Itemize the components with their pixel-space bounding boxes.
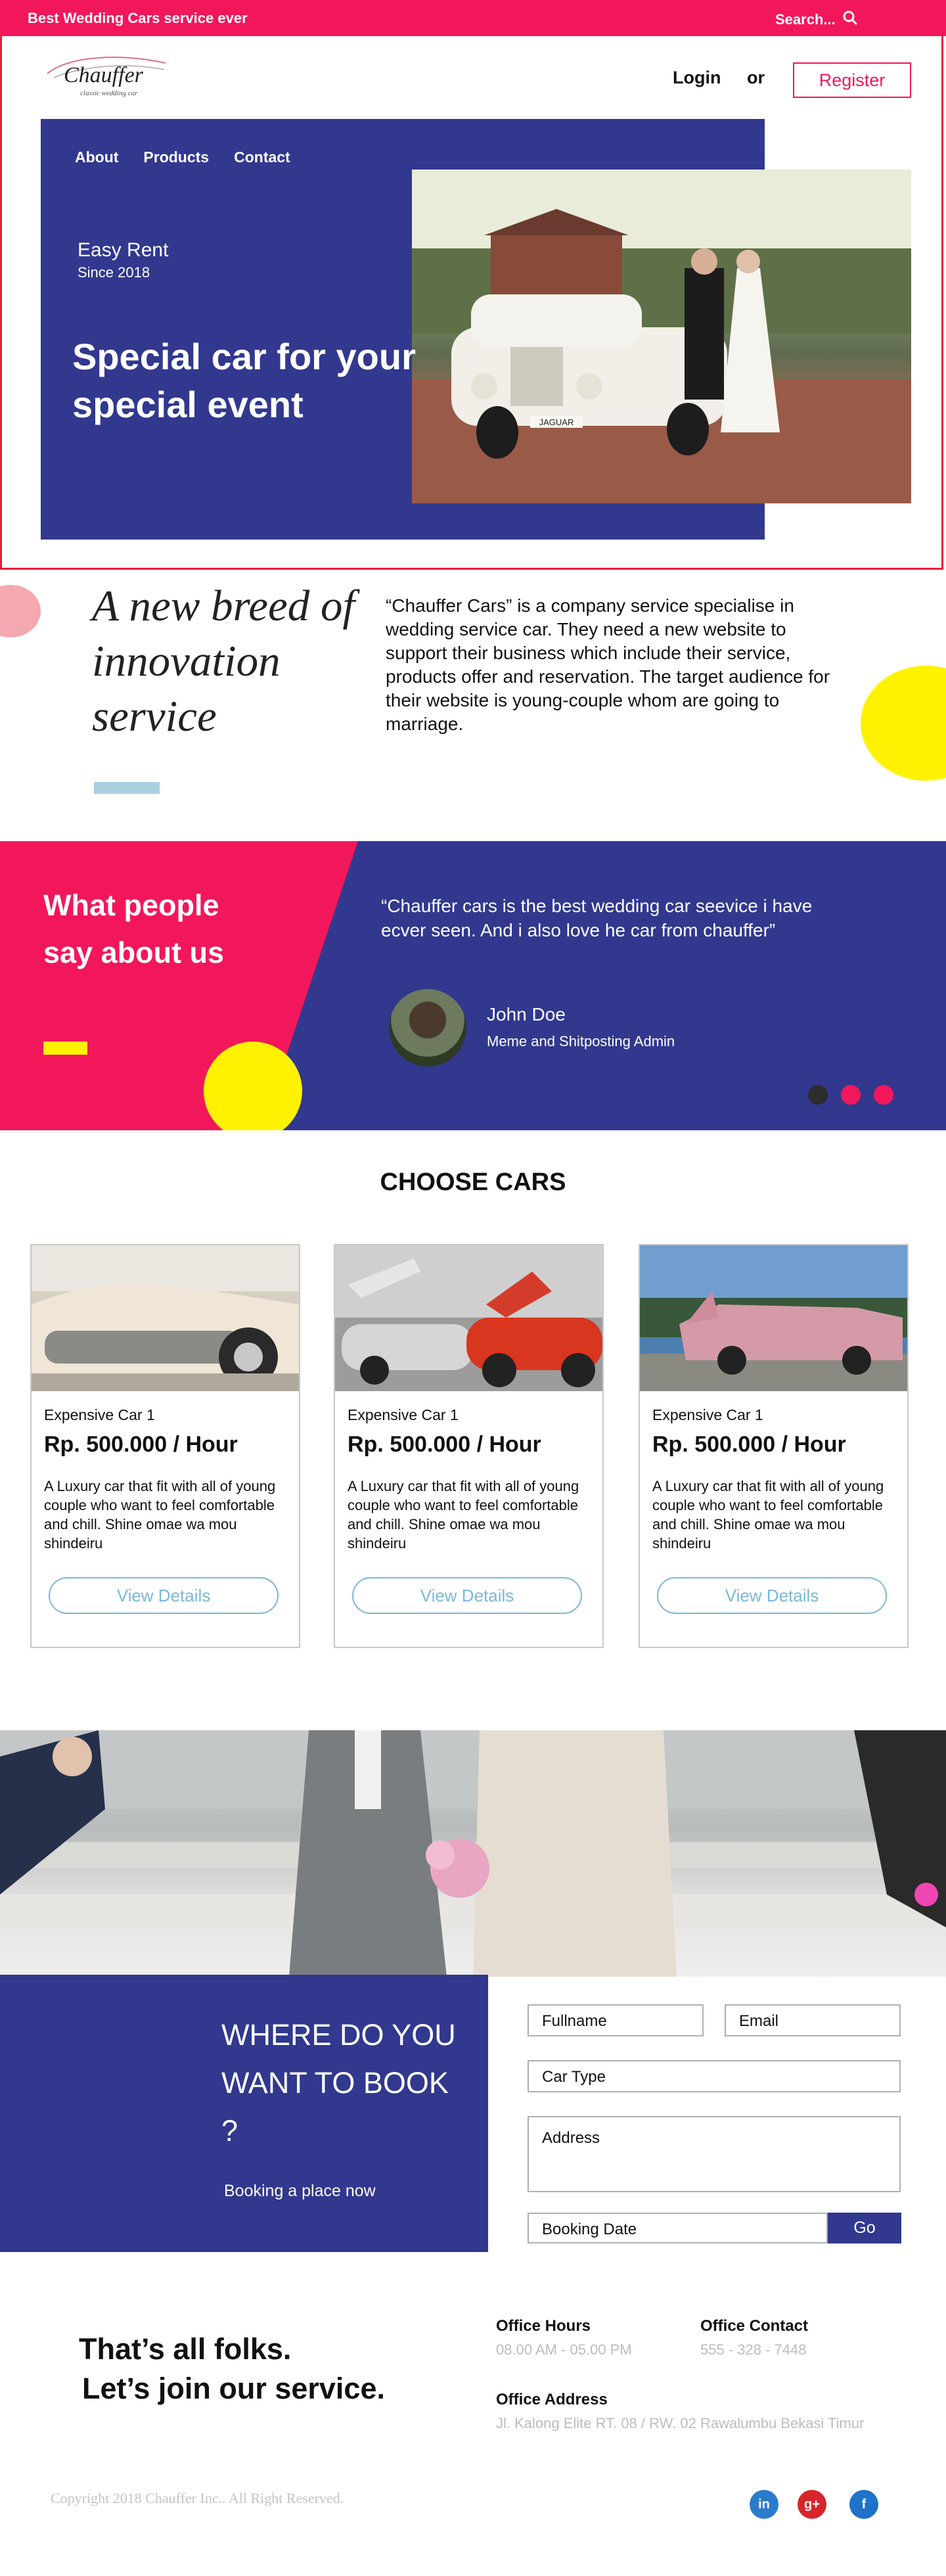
office-contact-label: Office Contact bbox=[700, 2317, 809, 2335]
car-image-pink-cadillac bbox=[640, 1245, 907, 1391]
top-bar-tagline: Best Wedding Cars service ever bbox=[28, 10, 248, 26]
booking-title: WHERE DO YOU WANT TO BOOK ? bbox=[221, 2018, 456, 2148]
carousel-dot-1[interactable] bbox=[808, 1085, 828, 1105]
hero-eyebrow: Easy Rent bbox=[78, 239, 169, 261]
decor-circle-pink bbox=[0, 585, 41, 637]
view-details-button[interactable]: View Details bbox=[352, 1577, 582, 1614]
carousel-dot-3[interactable] bbox=[874, 1085, 893, 1105]
car-price: Rp. 500.000 / Hour bbox=[44, 1432, 238, 1457]
hero-wedding-car-image: JAGUAR bbox=[412, 170, 911, 503]
or-text: or bbox=[747, 68, 765, 87]
facebook-icon[interactable]: f bbox=[849, 2490, 878, 2519]
search-link[interactable]: Search... bbox=[775, 10, 858, 30]
logo-tagline: classic wedding car bbox=[80, 89, 138, 97]
car-description: A Luxury car that fit with all of young … bbox=[348, 1478, 579, 1552]
car-image-cadillac bbox=[32, 1245, 299, 1391]
testimonial-section: What people say about us “Chauffer cars … bbox=[0, 841, 946, 1130]
logo-name: Chauffer bbox=[64, 63, 143, 87]
decor-circle-yellow bbox=[861, 666, 946, 781]
footer-tagline: That’s all folks. Let’s join our service… bbox=[79, 2330, 473, 2408]
linkedin-icon[interactable]: in bbox=[750, 2490, 778, 2519]
license-plate: JAGUAR bbox=[539, 417, 574, 427]
office-contact-value: 555 - 328 - 7448 bbox=[700, 2341, 807, 2358]
footer-tagline-line2: Let’s join our service. bbox=[82, 2372, 385, 2405]
footer-tagline-line1: That’s all folks. bbox=[79, 2332, 292, 2366]
car-price: Rp. 500.000 / Hour bbox=[652, 1432, 846, 1457]
email-field[interactable]: Email bbox=[725, 2004, 901, 2036]
testimonial-quote: “Chauffer cars is the best wedding car s… bbox=[381, 896, 813, 940]
hero-headline: Special car for your special event bbox=[72, 336, 416, 425]
testimonial-accent-bar bbox=[43, 1042, 87, 1055]
login-link[interactable]: Login bbox=[673, 68, 721, 88]
booking-date-field[interactable]: Booking Date bbox=[528, 2213, 828, 2243]
fullname-field[interactable]: Fullname bbox=[528, 2004, 704, 2036]
office-address-label: Office Address bbox=[496, 2391, 608, 2408]
car-description: A Luxury car that fit with all of young … bbox=[652, 1478, 884, 1552]
testimonial-heading: What people say about us bbox=[43, 888, 225, 969]
view-details-button[interactable]: View Details bbox=[657, 1577, 887, 1614]
about-title: A new breed of innovation service bbox=[92, 582, 355, 741]
register-button[interactable]: Register bbox=[793, 62, 911, 98]
car-card: Expensive Car 1 Rp. 500.000 / Hour A Lux… bbox=[30, 1244, 300, 1648]
car-name: Expensive Car 1 bbox=[44, 1406, 155, 1423]
testimonial-name: John Doe bbox=[487, 1004, 566, 1024]
car-card: Expensive Car 1 Rp. 500.000 / Hour A Lux… bbox=[639, 1244, 909, 1648]
nav-products[interactable]: Products bbox=[143, 149, 209, 166]
office-hours-label: Office Hours bbox=[496, 2317, 591, 2335]
booking-subtitle: Booking a place now bbox=[224, 2182, 376, 2200]
view-details-button[interactable]: View Details bbox=[49, 1577, 279, 1614]
office-address-value: Jl. Kalong Elite RT. 08 / RW. 02 Rawalum… bbox=[496, 2415, 865, 2431]
car-name: Expensive Car 1 bbox=[652, 1406, 763, 1423]
office-hours-value: 08.00 AM - 05.00 PM bbox=[496, 2341, 632, 2358]
testimonial-role: Meme and Shitposting Admin bbox=[487, 1033, 675, 1049]
car-card: Expensive Car 1 Rp. 500.000 / Hour A Lux… bbox=[334, 1244, 604, 1648]
top-bar: Best Wedding Cars service ever Search... bbox=[0, 0, 946, 36]
car-image-gullwing bbox=[335, 1245, 602, 1391]
carousel-dot-2[interactable] bbox=[841, 1085, 861, 1105]
about-accent-bar bbox=[94, 782, 160, 794]
car-description: A Luxury car that fit with all of young … bbox=[44, 1478, 276, 1552]
copyright: Copyright 2018 Chauffer Inc.. All Right … bbox=[51, 2490, 344, 2506]
search-icon[interactable] bbox=[842, 10, 858, 30]
car-name: Expensive Car 1 bbox=[348, 1406, 459, 1423]
hero-since: Since 2018 bbox=[78, 264, 150, 281]
main-nav: About Products Contact bbox=[75, 149, 290, 166]
avatar bbox=[389, 989, 466, 1067]
carousel-dots bbox=[808, 1085, 893, 1105]
about-text: “Chauffer Cars” is a company service spe… bbox=[386, 595, 830, 734]
google-plus-icon[interactable]: g+ bbox=[798, 2490, 826, 2519]
logo[interactable]: Chauffer classic wedding car bbox=[41, 51, 172, 104]
go-button[interactable]: Go bbox=[828, 2213, 901, 2243]
nav-contact[interactable]: Contact bbox=[234, 149, 290, 166]
search-label[interactable]: Search... bbox=[775, 11, 836, 28]
cars-title: CHOOSE CARS bbox=[380, 1168, 566, 1196]
decor-circle-yellow-small bbox=[204, 1042, 302, 1130]
car-type-field[interactable]: Car Type bbox=[528, 2060, 901, 2092]
wedding-couple-image bbox=[0, 1730, 946, 1977]
address-field[interactable]: Address bbox=[528, 2116, 901, 2192]
nav-about[interactable]: About bbox=[75, 149, 118, 166]
car-price: Rp. 500.000 / Hour bbox=[348, 1432, 541, 1457]
